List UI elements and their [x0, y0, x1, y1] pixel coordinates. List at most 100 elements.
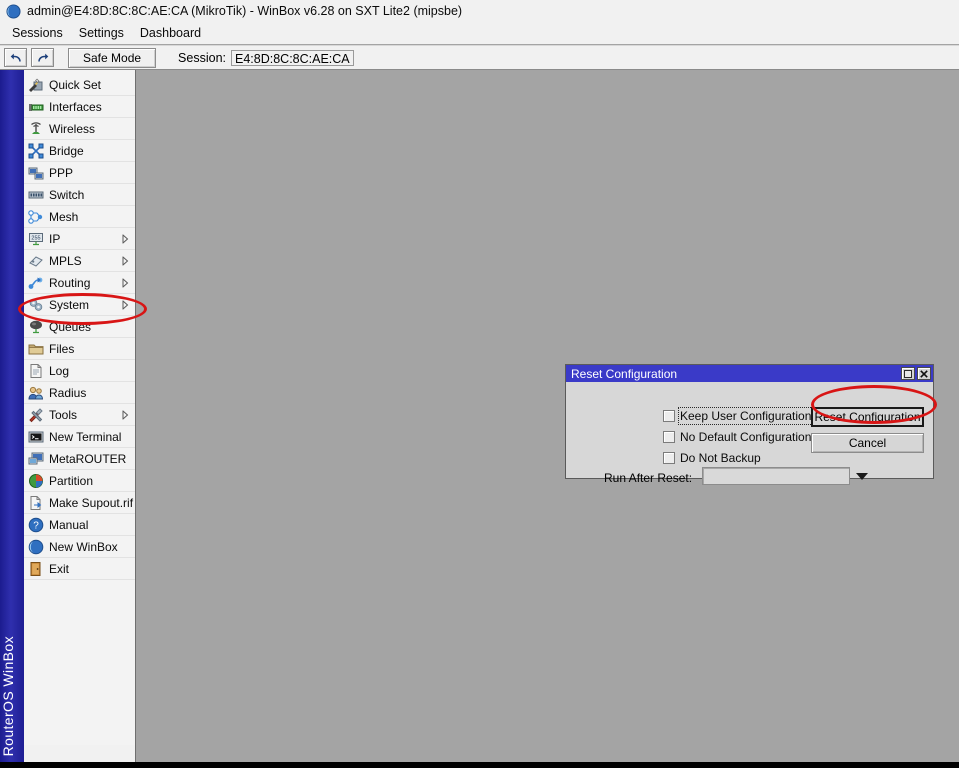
sidebar-item-metarouter[interactable]: MetaROUTER [24, 448, 135, 470]
sidebar-item-label: Interfaces [49, 99, 102, 114]
radius-users-icon [28, 386, 44, 399]
chevron-right-icon [122, 234, 129, 243]
sidebar-item-tools[interactable]: Tools [24, 404, 135, 426]
sidebar-item-label: Make Supout.rif [49, 495, 134, 510]
sidebar-item-partition[interactable]: Partition [24, 470, 135, 492]
sidebar-item-bridge[interactable]: Bridge [24, 140, 135, 162]
checkbox-box[interactable] [663, 431, 675, 443]
redo-button[interactable] [31, 48, 54, 67]
reset-configuration-button[interactable]: Reset Configuration [811, 407, 924, 427]
run-after-reset-label: Run After Reset: [604, 471, 693, 485]
sidebar-item-label: Wireless [49, 121, 96, 136]
files-folder-icon [28, 344, 44, 354]
close-icon [920, 369, 928, 378]
safe-mode-button[interactable]: Safe Mode [68, 47, 157, 68]
sidebar-item-label: Radius [49, 385, 87, 400]
ip-icon: 255 [29, 232, 43, 245]
run-after-reset-input[interactable] [702, 467, 850, 485]
sidebar-item-exit[interactable]: Exit [24, 558, 135, 580]
sidebar-item-label: Mesh [49, 209, 79, 224]
sidebar-item-wireless[interactable]: Wireless [24, 118, 135, 140]
terminal-icon [28, 431, 44, 442]
sidebar-item-label: PPP [49, 165, 74, 180]
sidebar-item-radius[interactable]: Radius [24, 382, 135, 404]
reset-configuration-dialog: Reset Configuration Keep User Configurat… [565, 364, 934, 485]
sidebar-item-new-winbox[interactable]: New WinBox [24, 536, 135, 558]
interfaces-icon [29, 103, 44, 111]
chevron-right-icon [122, 278, 129, 287]
tools-icon [29, 407, 43, 422]
mpls-icon [29, 255, 43, 267]
exit-door-icon [30, 561, 41, 576]
winbox-globe-icon [6, 3, 21, 19]
wireless-icon [31, 121, 41, 134]
checkbox-label: Keep User Configuration [677, 407, 814, 425]
system-gear-icon [29, 298, 43, 311]
sidebar-item-log[interactable]: Log [24, 360, 135, 382]
bridge-icon [28, 143, 44, 158]
sidebar-item-label: New WinBox [49, 539, 118, 554]
dialog-title: Reset Configuration [571, 366, 678, 381]
sidebar-item-mesh[interactable]: Mesh [24, 206, 135, 228]
maximize-icon [904, 369, 912, 378]
checkbox-label: No Default Configuration [680, 430, 812, 444]
menu-settings[interactable]: Settings [73, 24, 132, 42]
checkbox-keep-user-configuration[interactable]: Keep User Configuration [663, 407, 814, 425]
sidebar-item-label: Routing [49, 275, 91, 290]
sidebar-item-ip[interactable]: 255 IP [24, 228, 135, 250]
sidebar-item-manual[interactable]: ? Manual [24, 514, 135, 536]
undo-button[interactable] [4, 48, 27, 67]
checkbox-do-not-backup[interactable]: Do Not Backup [663, 451, 761, 465]
sidebar-item-label: System [49, 297, 90, 312]
sidebar-item-switch[interactable]: Switch [24, 184, 135, 206]
sidebar-item-routing[interactable]: Routing [24, 272, 135, 294]
chevron-right-icon [122, 256, 129, 265]
sidebar-item-label: MetaROUTER [49, 451, 127, 466]
routeros-brand-strip: RouterOS WinBox [0, 70, 24, 762]
menu-dashboard[interactable]: Dashboard [134, 24, 209, 42]
sidebar-item-label: Exit [49, 561, 70, 576]
sidebar-item-label: Log [49, 363, 70, 378]
sidebar-item-label: New Terminal [49, 429, 122, 444]
menu-sessions[interactable]: Sessions [6, 24, 71, 42]
new-winbox-icon [28, 539, 44, 554]
bottom-bar [0, 762, 959, 768]
supout-file-icon [30, 495, 42, 510]
sidebar-item-make-supout[interactable]: Make Supout.rif [24, 492, 135, 514]
cancel-button[interactable]: Cancel [811, 433, 924, 453]
metarouter-icon [28, 452, 44, 464]
sidebar-item-ppp[interactable]: PPP [24, 162, 135, 184]
sidebar-item-files[interactable]: Files [24, 338, 135, 360]
sidebar-item-interfaces[interactable]: Interfaces [24, 96, 135, 118]
sidebar-item-label: Partition [49, 473, 94, 488]
session-value-field[interactable]: E4:8D:8C:8C:AE:CA [231, 49, 354, 66]
window-title: admin@E4:8D:8C:8C:AE:CA (MikroTik) - Win… [27, 4, 463, 18]
maximize-button[interactable] [901, 367, 915, 380]
run-after-reset-dropdown-arrow[interactable] [856, 473, 868, 480]
checkbox-box[interactable] [663, 452, 675, 464]
main-menu-sidebar: Quick Set Interfaces Wireless Bridge PPP… [24, 70, 136, 762]
sidebar-item-new-terminal[interactable]: New Terminal [24, 426, 135, 448]
sidebar-item-label: Files [49, 341, 75, 356]
ppp-icon [28, 167, 44, 179]
sidebar-item-mpls[interactable]: MPLS [24, 250, 135, 272]
sidebar-item-system[interactable]: System [24, 294, 135, 316]
checkbox-box[interactable] [663, 410, 675, 422]
checkbox-no-default-configuration[interactable]: No Default Configuration [663, 430, 811, 444]
sidebar-item-label: Quick Set [49, 77, 102, 92]
sidebar-item-label: MPLS [49, 253, 82, 268]
winbox-application-window: admin@E4:8D:8C:8C:AE:CA (MikroTik) - Win… [0, 0, 959, 768]
sidebar-item-label: Bridge [49, 143, 84, 158]
sidebar-item-queues[interactable]: Queues [24, 316, 135, 338]
manual-help-icon: ? [28, 517, 44, 532]
close-button[interactable] [917, 367, 931, 380]
session-label: Session: [178, 50, 226, 65]
routing-icon [28, 277, 43, 289]
log-icon [30, 363, 42, 378]
sidebar-item-quick-set[interactable]: Quick Set [24, 74, 135, 96]
sidebar-item-label: Queues [49, 319, 92, 334]
svg-text:?: ? [33, 520, 39, 531]
menubar: Sessions Settings Dashboard [0, 22, 959, 44]
svg-text:255: 255 [31, 235, 40, 241]
sidebar-item-label: Switch [49, 187, 85, 202]
